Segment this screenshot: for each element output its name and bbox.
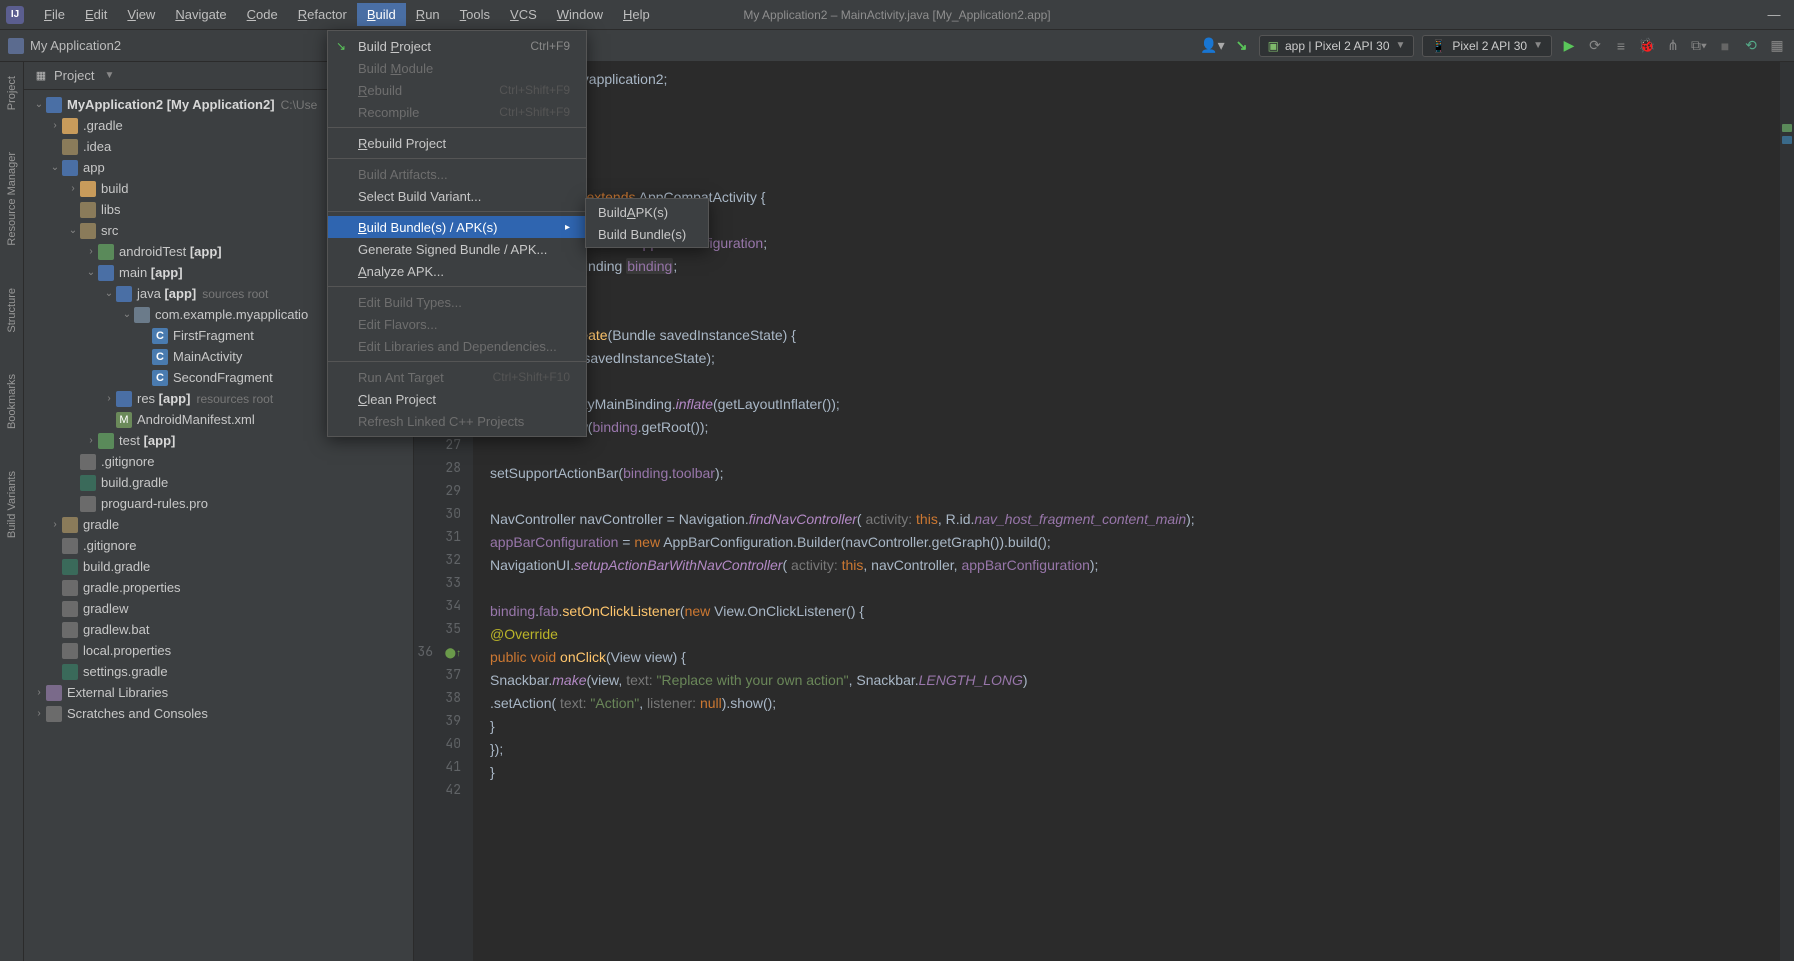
project-icon: ▦ xyxy=(34,69,48,83)
tree-row[interactable]: ›gradle xyxy=(24,514,413,535)
menu-navigate[interactable]: Navigate xyxy=(165,3,236,26)
attach-debugger-icon[interactable]: ⧉▾ xyxy=(1690,37,1708,55)
code-editor[interactable]: 2627282930313233343536 ⬤↑373839404142 om… xyxy=(414,62,1794,961)
run-config-selector[interactable]: ▣ app | Pixel 2 API 30 ▼ xyxy=(1259,35,1415,57)
menu-item-edit-flavors-: Edit Flavors... xyxy=(328,313,586,335)
hammer-icon: ↘ xyxy=(336,39,346,53)
menu-item-clean-project[interactable]: Clean Project xyxy=(328,388,586,410)
editor-content[interactable]: om.example.myapplication2; ... ss MainAc… xyxy=(474,62,1780,961)
apply-code-changes-icon[interactable]: ≡ xyxy=(1612,37,1630,55)
tree-row[interactable]: gradlew xyxy=(24,598,413,619)
build-menu-dropdown[interactable]: ↘Build ProjectCtrl+F9Build ModuleRebuild… xyxy=(327,30,587,437)
tree-row[interactable]: gradle.properties xyxy=(24,577,413,598)
build-bundle-submenu[interactable]: Build APK(s)Build Bundle(s) xyxy=(585,198,709,248)
menu-item-build-module: Build Module xyxy=(328,57,586,79)
run-button[interactable]: ▶ xyxy=(1560,37,1578,55)
menu-item-generate-signed-bundle-apk-[interactable]: Generate Signed Bundle / APK... xyxy=(328,238,586,260)
menu-item-recompile: RecompileCtrl+Shift+F9 xyxy=(328,101,586,123)
app-logo-icon: IJ xyxy=(6,6,24,24)
menu-refactor[interactable]: Refactor xyxy=(288,3,357,26)
marker-up-icon[interactable] xyxy=(1782,124,1792,132)
tree-row[interactable]: build.gradle xyxy=(24,472,413,493)
chevron-right-icon: ▸ xyxy=(565,222,570,233)
menu-help[interactable]: Help xyxy=(613,3,660,26)
toolbar: My Application2 👤▾ ↘ ▣ app | Pixel 2 API… xyxy=(0,30,1794,62)
window-title: My Application2 – MainActivity.java [My_… xyxy=(743,8,1050,22)
breadcrumb[interactable]: My Application2 xyxy=(30,38,121,53)
run-config-label: app | Pixel 2 API 30 xyxy=(1285,39,1390,53)
tree-row[interactable]: local.properties xyxy=(24,640,413,661)
submenu-item-build-bundle-s-[interactable]: Build Bundle(s) xyxy=(586,223,708,245)
menu-item-select-build-variant-[interactable]: Select Build Variant... xyxy=(328,185,586,207)
menu-tools[interactable]: Tools xyxy=(450,3,500,26)
tree-row[interactable]: ›External Libraries xyxy=(24,682,413,703)
tree-row[interactable]: settings.gradle xyxy=(24,661,413,682)
menu-item-build-project[interactable]: ↘Build ProjectCtrl+F9 xyxy=(328,35,586,57)
tree-row[interactable]: .gitignore xyxy=(24,451,413,472)
menubar-items: FileEditViewNavigateCodeRefactorBuildRun… xyxy=(34,3,660,26)
menu-edit[interactable]: Edit xyxy=(75,3,117,26)
menu-run[interactable]: Run xyxy=(406,3,450,26)
tree-row[interactable]: .gitignore xyxy=(24,535,413,556)
sync-gradle-icon[interactable]: ⟲ xyxy=(1742,37,1760,55)
project-view-tab[interactable]: Project ▼ xyxy=(54,68,114,83)
menu-window[interactable]: Window xyxy=(547,3,613,26)
menu-item-analyze-apk-[interactable]: Analyze APK... xyxy=(328,260,586,282)
rail-resource-manager[interactable]: Resource Manager xyxy=(6,146,18,252)
editor-right-rail xyxy=(1780,62,1794,961)
rail-build-variants[interactable]: Build Variants xyxy=(6,465,18,544)
menu-item-rebuild: RebuildCtrl+Shift+F9 xyxy=(328,79,586,101)
apply-changes-icon[interactable]: ⟳ xyxy=(1586,37,1604,55)
profiler-icon[interactable]: ⋔ xyxy=(1664,37,1682,55)
submenu-item-build-apk-s-[interactable]: Build APK(s) xyxy=(586,201,708,223)
menu-view[interactable]: View xyxy=(117,3,165,26)
menu-build[interactable]: Build xyxy=(357,3,406,26)
build-hammer-icon[interactable]: ↘ xyxy=(1233,37,1251,55)
marker-down-icon[interactable] xyxy=(1782,136,1792,144)
tree-row[interactable]: ›Scratches and Consoles xyxy=(24,703,413,724)
menu-item-build-bundle-s-apk-s-[interactable]: Build Bundle(s) / APK(s)▸ xyxy=(328,216,586,238)
debug-button[interactable]: 🐞 xyxy=(1638,37,1656,55)
rail-structure[interactable]: Structure xyxy=(6,282,18,339)
menu-item-refresh-linked-c-projects: Refresh Linked C++ Projects xyxy=(328,410,586,432)
menubar: IJ FileEditViewNavigateCodeRefactorBuild… xyxy=(0,0,1794,30)
device-selector[interactable]: 📱 Pixel 2 API 30 ▼ xyxy=(1422,35,1552,57)
menu-item-edit-build-types-: Edit Build Types... xyxy=(328,291,586,313)
avd-manager-icon[interactable]: ▦ xyxy=(1768,37,1786,55)
menu-file[interactable]: File xyxy=(34,3,75,26)
user-icon[interactable]: 👤▾ xyxy=(1200,37,1224,54)
menu-code[interactable]: Code xyxy=(237,3,288,26)
device-label: Pixel 2 API 30 xyxy=(1452,39,1527,53)
window-minimize-button[interactable]: — xyxy=(1762,7,1786,22)
chevron-down-icon: ▼ xyxy=(1396,40,1406,51)
chevron-down-icon: ▼ xyxy=(104,70,114,81)
tree-row[interactable]: build.gradle xyxy=(24,556,413,577)
menu-item-build-artifacts-: Build Artifacts... xyxy=(328,163,586,185)
tree-row[interactable]: gradlew.bat xyxy=(24,619,413,640)
left-tool-rail: Project Resource Manager Structure Bookmark… xyxy=(0,62,24,961)
menu-item-run-ant-target: Run Ant TargetCtrl+Shift+F10 xyxy=(328,366,586,388)
module-icon xyxy=(8,38,24,54)
rail-project[interactable]: Project xyxy=(6,70,18,116)
rail-bookmarks[interactable]: Bookmarks xyxy=(6,368,18,435)
tree-row[interactable]: proguard-rules.pro xyxy=(24,493,413,514)
menu-vcs[interactable]: VCS xyxy=(500,3,547,26)
menu-item-rebuild-project[interactable]: Rebuild Project xyxy=(328,132,586,154)
project-view-label: Project xyxy=(54,68,94,83)
menu-item-edit-libraries-and-dependencies-: Edit Libraries and Dependencies... xyxy=(328,335,586,357)
stop-button[interactable]: ■ xyxy=(1716,37,1734,55)
chevron-down-icon: ▼ xyxy=(1533,40,1543,51)
